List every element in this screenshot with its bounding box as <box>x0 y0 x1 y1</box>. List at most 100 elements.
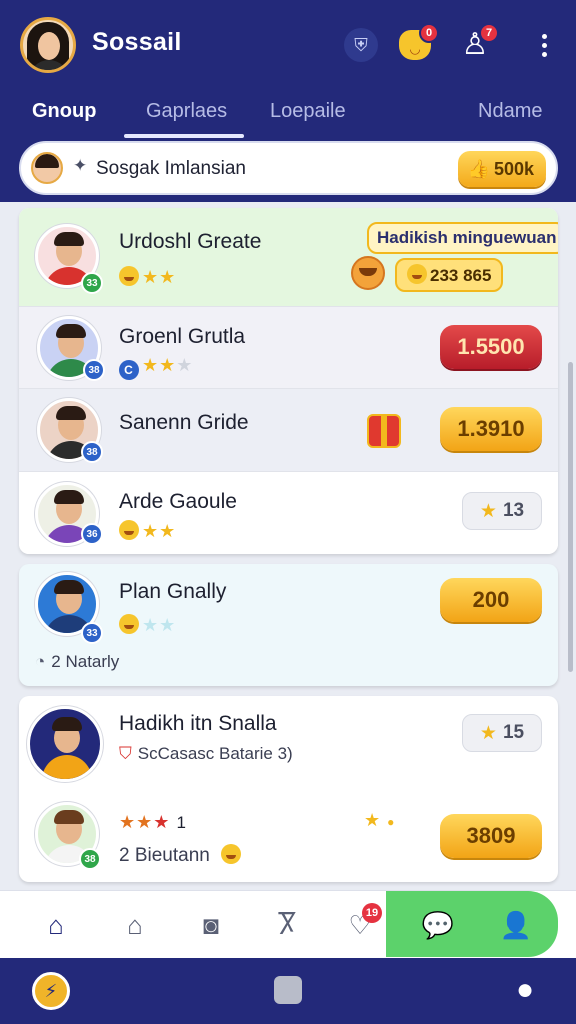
level-badge: 33 <box>81 272 103 294</box>
system-navigation-bar: ⚡ ● <box>0 958 576 1024</box>
tab-indicator <box>124 134 244 138</box>
chat-icon: 💬 <box>421 909 455 940</box>
item-name: Hadikh itn Snalla <box>119 712 277 735</box>
tab-second[interactable]: Gaprlaes <box>146 100 227 123</box>
list-scrollbar[interactable] <box>568 362 573 672</box>
app-title: Sossail <box>92 28 182 56</box>
avatar <box>27 706 103 782</box>
bolt-icon: ⚡ <box>44 980 58 1001</box>
rating-stars: C ★★★ <box>119 355 193 380</box>
rating-stars: ★★ <box>119 266 176 288</box>
item-subtitle: ⛉ ScCasasc Batarie 3) <box>119 744 293 763</box>
mascot-icon <box>351 256 385 290</box>
nav-home[interactable]: ⌂ <box>18 891 94 959</box>
item-name: Sanenn Gride <box>119 411 249 434</box>
rewards-badge: 0 <box>419 23 439 43</box>
tab-bar: Gnoup Gaprlaes Loepaile Ndame <box>0 90 576 138</box>
sparkle-icon: ★ ● <box>364 810 396 830</box>
assistant-button[interactable]: ⚡ <box>32 972 70 1010</box>
item-subtitle: 2 Bieutann <box>119 844 244 867</box>
search-avatar <box>31 152 63 184</box>
item-name: Plan Gnally <box>119 580 227 603</box>
list-item[interactable]: 38 Groenl Grutla C ★★★ 1.5500 <box>19 306 558 388</box>
value-button[interactable]: 1.5500 <box>440 325 542 369</box>
smiley-icon <box>119 614 139 634</box>
level-badge: 33 <box>81 622 103 644</box>
search-icon: ✦ <box>73 156 88 175</box>
list-card[interactable]: 33 Plan Gnally ★★ 200 ◔ 2 Natarly <box>19 564 558 686</box>
friends-icon: Ⴟ <box>277 909 297 940</box>
gift-icon[interactable] <box>367 414 401 448</box>
value-text: 1.3910 <box>457 416 525 441</box>
value-button[interactable]: 200 <box>440 578 542 622</box>
value-button[interactable]: 1.3910 <box>440 407 542 451</box>
home-icon: ⌂ <box>48 909 64 940</box>
promo-value: 233 865 <box>395 258 504 292</box>
level-badge: 38 <box>83 359 105 381</box>
tab-fourth[interactable]: Ndame <box>478 100 542 123</box>
nav-friends[interactable]: Ⴟ <box>249 891 325 959</box>
list-card[interactable]: Hadikh itn Snalla ⛉ ScCasasc Batarie 3) ★… <box>19 696 558 882</box>
score-value: 13 <box>502 500 525 521</box>
rating-stars: ★★★ 1 <box>119 812 187 832</box>
item-subtitle: ◔ 2 Natarly <box>35 652 120 671</box>
nav-notifications[interactable]: ♡ 19 <box>322 891 398 959</box>
nav-chat[interactable]: 💬 <box>400 891 476 959</box>
star-icon: ★ <box>479 722 497 744</box>
profile-avatar[interactable] <box>20 17 76 73</box>
shield-icon: ⛨ <box>344 28 378 62</box>
tab-third[interactable]: Loepaile <box>270 100 346 123</box>
coin-balance-value: 500k <box>493 158 534 179</box>
friend-requests-button[interactable]: ♙ 7 <box>455 23 499 65</box>
item-name: Groenl Grutla <box>119 325 246 348</box>
score-value: 15 <box>502 722 525 743</box>
level-badge: 38 <box>81 441 103 463</box>
coin-icon: C <box>119 360 139 380</box>
nav-store[interactable]: ⌂ <box>97 891 173 959</box>
level-badge: 36 <box>81 523 103 545</box>
home-square-button[interactable] <box>274 976 302 1004</box>
friend-requests-badge: 7 <box>479 23 499 43</box>
chat-bubble-icon: ◔ <box>35 652 46 671</box>
group-card: 33 Urdoshl Greate ★★ Hadikish minguewuan… <box>19 208 558 554</box>
value-text: 200 <box>472 587 510 612</box>
list-item[interactable]: 36 Arde Gaoule ★★ ★ 13 <box>19 471 558 554</box>
search-input[interactable]: Sosgak Imlansian <box>96 158 246 180</box>
tab-group[interactable]: Gnoup <box>32 100 96 123</box>
list-item[interactable]: 33 Urdoshl Greate ★★ Hadikish minguewuan… <box>19 208 558 306</box>
coin-icon <box>221 844 242 864</box>
nav-profile[interactable]: 👤 <box>478 891 554 959</box>
promo-title: Hadikish minguewuan <box>367 222 558 254</box>
account-button[interactable]: ● <box>508 972 542 1008</box>
rating-stars: ★★ <box>119 520 176 542</box>
person-icon: ● <box>515 973 535 1006</box>
bottom-navigation: ⌂ ⌂ ◙ Ⴟ ♡ 19 💬 👤 <box>0 890 576 958</box>
score-button[interactable]: ★ 15 <box>462 714 542 752</box>
thumbs-up-icon: 👍 <box>467 158 490 179</box>
coin-balance-button[interactable]: 👍 500k <box>457 151 546 187</box>
profile-icon: 👤 <box>499 909 533 940</box>
rating-stars: ★★ <box>119 614 176 636</box>
more-vertical-icon <box>541 33 547 39</box>
smiley-icon <box>119 520 139 540</box>
shield-button[interactable]: ⛨ <box>341 25 381 65</box>
item-name: Arde Gaoule <box>119 490 237 513</box>
smiley-icon <box>119 266 139 286</box>
more-options-button[interactable] <box>532 30 556 60</box>
notifications-badge: 19 <box>362 903 382 923</box>
value-button[interactable]: 3809 <box>440 814 542 858</box>
app-header: Sossail ⛨ ◡ 0 ♙ 7 Gnoup Gaprlaes Loepail… <box>0 0 576 202</box>
promo-banner[interactable]: Hadikish minguewuan 233 865 <box>349 218 558 296</box>
search-bar[interactable]: ✦ Sosgak Imlansian 👍 500k <box>19 141 558 195</box>
rewards-button[interactable]: ◡ 0 <box>395 23 439 65</box>
camera-icon: ◙ <box>203 909 219 940</box>
level-badge: 38 <box>79 848 101 870</box>
item-name: Urdoshl Greate <box>119 230 262 253</box>
list-item[interactable]: 38 Sanenn Gride 1.3910 <box>19 388 558 471</box>
star-icon: ★ <box>479 500 497 522</box>
smiley-icon <box>407 264 427 284</box>
nav-camera[interactable]: ◙ <box>173 891 249 959</box>
score-button[interactable]: ★ 13 <box>462 492 542 530</box>
store-icon: ⌂ <box>127 909 143 940</box>
top-bar: Sossail ⛨ ◡ 0 ♙ 7 <box>0 0 576 90</box>
